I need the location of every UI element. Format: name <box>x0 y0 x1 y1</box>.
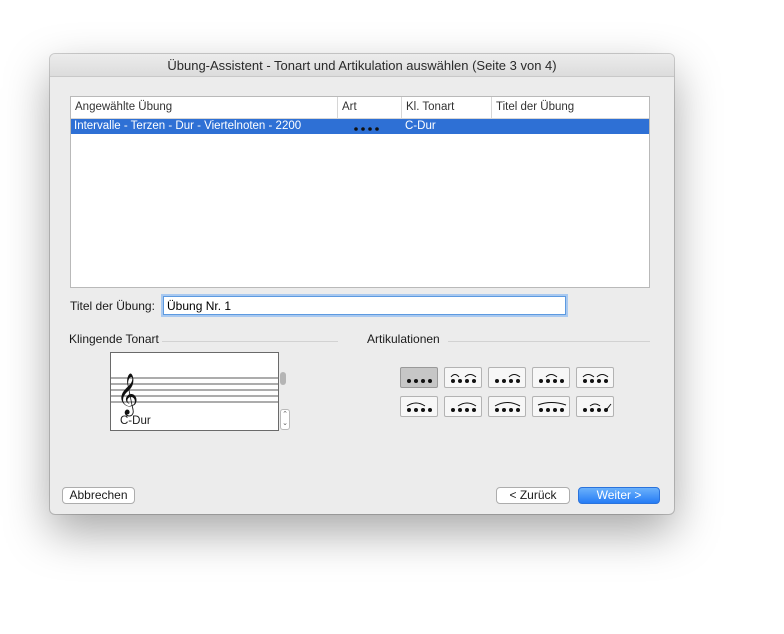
next-button[interactable]: Weiter > <box>578 487 660 504</box>
table-header: Angewählte Übung Art Kl. Tonart Titel de… <box>71 97 649 119</box>
dot-three-slur-arc-icon <box>451 402 477 412</box>
articulation-button-4[interactable] <box>532 367 570 388</box>
two-slur-pairs-icon <box>582 374 609 383</box>
articulation-section-divider <box>448 341 650 342</box>
articulation-button-7[interactable] <box>444 396 482 417</box>
cell-title <box>492 119 495 134</box>
assistant-window: Übung-Assistent - Tonart und Artikulatio… <box>50 54 674 514</box>
key-section-label: Klingende Tonart <box>69 332 159 346</box>
three-dots-accent-icon <box>583 403 612 412</box>
articulation-button-5[interactable] <box>576 367 614 388</box>
four-slur-arc-icon <box>494 402 521 412</box>
key-list[interactable]: 𝄞 C-Dur <box>110 352 279 431</box>
key-section-divider <box>162 341 338 342</box>
key-stepper[interactable]: ⌃ ⌄ <box>280 409 290 430</box>
exercise-table: Angewählte Übung Art Kl. Tonart Titel de… <box>70 96 650 288</box>
column-header-title[interactable]: Titel der Übung <box>492 97 649 118</box>
dot-three-slur-long-icon <box>537 402 567 412</box>
table-row[interactable]: Intervalle - Terzen - Dur - Viertelnoten… <box>71 119 649 134</box>
window-title: Übung-Assistent - Tonart und Artikulatio… <box>50 54 674 77</box>
title-input[interactable] <box>163 296 566 315</box>
articulation-button-2[interactable] <box>444 367 482 388</box>
dot-two-slur-dot-icon <box>539 374 564 383</box>
articulation-button-9[interactable] <box>532 396 570 417</box>
column-header-key[interactable]: Kl. Tonart <box>402 97 492 118</box>
dot-three-slur-icon <box>450 374 477 383</box>
four-dots-staccato-icon <box>407 379 432 383</box>
key-list-scrollbar[interactable]: ⌃ ⌄ <box>279 352 290 430</box>
scrollbar-thumb[interactable] <box>280 372 286 385</box>
treble-clef-icon: 𝄞 <box>117 373 138 416</box>
articulation-button-3[interactable] <box>488 367 526 388</box>
cancel-button[interactable]: Abbrechen <box>62 487 135 504</box>
two-dots-two-slur-icon <box>495 374 521 383</box>
articulation-button-6[interactable] <box>400 396 438 417</box>
key-list-selected: C-Dur <box>120 415 151 427</box>
articulation-section-label: Artikulationen <box>367 332 440 346</box>
cell-key: C-Dur <box>405 120 436 132</box>
title-field-label: Titel der Übung: <box>70 299 155 313</box>
articulation-button-staccato[interactable] <box>400 367 438 388</box>
column-header-art[interactable]: Art <box>338 97 402 118</box>
back-button[interactable]: < Zurück <box>496 487 570 504</box>
column-header-exercise[interactable]: Angewählte Übung <box>71 97 338 118</box>
three-slur-dot-icon <box>406 402 432 412</box>
articulation-button-8[interactable] <box>488 396 526 417</box>
four-dots-icon <box>354 127 379 131</box>
articulation-button-10[interactable] <box>576 396 614 417</box>
cell-exercise: Intervalle - Terzen - Dur - Viertelnoten… <box>74 120 302 132</box>
